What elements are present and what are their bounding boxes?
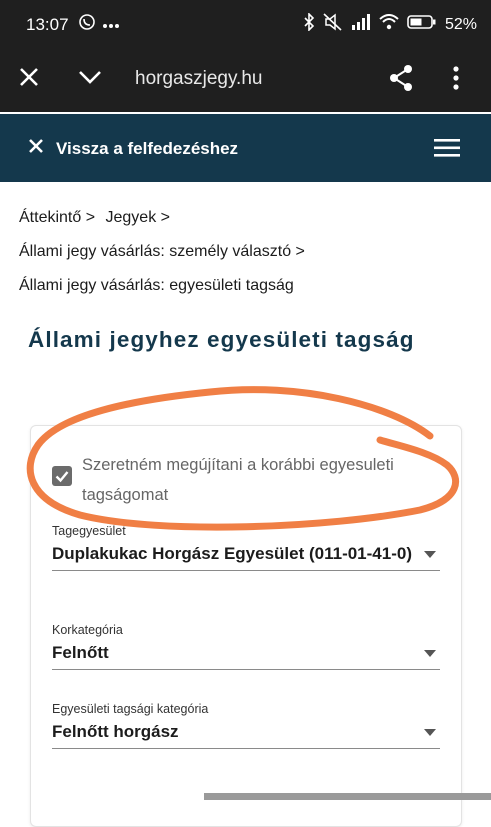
dropdown-arrow-icon (424, 551, 436, 558)
club-select-value: Duplakukac Horgász Egyesület (011-01-41-… (52, 544, 412, 563)
url-text[interactable]: horgaszjegy.hu (135, 68, 262, 90)
close-icon[interactable] (18, 66, 40, 93)
chevron-down-icon[interactable] (78, 70, 102, 89)
browser-toolbar: horgaszjegy.hu (0, 48, 491, 112)
membership-category-value: Felnőtt horgász (52, 722, 179, 741)
membership-form-card: Szeretném megújítani a korábbi egyesulet… (30, 425, 462, 827)
viber-icon (78, 13, 96, 36)
back-link-label: Vissza a felfedezéshez (56, 138, 239, 158)
dropdown-arrow-icon (424, 729, 436, 736)
renew-checkbox-label: Szeretném megújítani a korábbi egyesulet… (82, 456, 394, 504)
dropdown-arrow-icon (424, 650, 436, 657)
club-field-label: Tagegyesület (52, 524, 126, 538)
breadcrumb-current: Állami jegy vásárlás: egyesületi tagság (19, 277, 294, 294)
battery-icon (407, 14, 437, 35)
breadcrumb: Áttekintő > Jegyek > Állami jegy vásárlá… (19, 208, 305, 310)
checkbox-checked-icon[interactable] (52, 466, 72, 486)
site-header: Vissza a felfedezéshez (0, 114, 491, 182)
bottom-gesture-strip (204, 793, 491, 800)
age-category-value: Felnőtt (52, 643, 109, 662)
breadcrumb-person-select[interactable]: Állami jegy vásárlás: személy választó > (19, 243, 305, 260)
age-category-label: Korkategória (52, 623, 123, 637)
share-icon[interactable] (388, 64, 414, 97)
back-to-explore-link[interactable]: Vissza a felfedezéshez (28, 138, 238, 159)
status-bar: 13:07 52% (0, 0, 491, 48)
signal-icon (351, 14, 371, 35)
hamburger-menu-icon[interactable] (434, 138, 460, 163)
breadcrumb-tickets[interactable]: Jegyek > (106, 209, 170, 226)
page-title: Állami jegyhez egyesületi tagság (28, 327, 415, 352)
mute-icon (323, 13, 343, 36)
wifi-icon (379, 14, 399, 35)
close-icon (28, 138, 44, 159)
club-field[interactable]: Tagegyesület Duplakukac Horgász Egyesüle… (52, 524, 440, 571)
status-time: 13:07 (26, 15, 69, 34)
more-dots-icon (102, 16, 120, 34)
membership-category-select[interactable]: Felnőtt horgász (52, 722, 440, 749)
age-category-field[interactable]: Korkategória Felnőtt (52, 623, 440, 670)
battery-percent: 52% (444, 15, 477, 33)
breadcrumb-overview[interactable]: Áttekintő > (19, 209, 95, 226)
age-category-select[interactable]: Felnőtt (52, 643, 440, 670)
more-vert-icon[interactable] (452, 66, 460, 95)
membership-category-field[interactable]: Egyesületi tagsági kategória Felnőtt hor… (52, 702, 440, 749)
bluetooth-icon (303, 12, 315, 36)
club-select[interactable]: Duplakukac Horgász Egyesület (011-01-41-… (52, 544, 440, 571)
membership-category-label: Egyesületi tagsági kategória (52, 702, 209, 716)
